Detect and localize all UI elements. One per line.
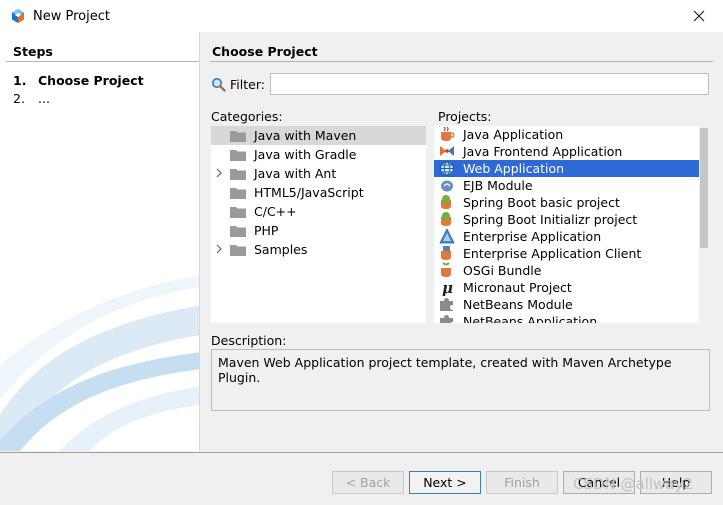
window-title: New Project [33,9,110,24]
project-item[interactable]: Enterprise Application Client [434,245,699,262]
projects-list[interactable]: Java Application Java Frontend Applicati… [434,126,699,323]
step-label: ... [38,91,50,106]
description-box: Maven Web Application project template, … [211,349,710,411]
watermark: CSDN @allway2 [573,475,693,493]
filter-input[interactable] [270,73,709,95]
chevron-right-icon[interactable] [215,167,223,179]
project-item[interactable]: NetBeans Module [434,296,699,313]
category-label: PHP [254,223,279,238]
finish-button[interactable]: Finish [486,471,558,494]
pane-divider [199,32,200,451]
project-item[interactable]: Spring Boot Initializr project [434,211,699,228]
categories-list[interactable]: Java with Maven Java with Gradle Java wi… [211,126,426,323]
project-item[interactable]: EJB Module [434,177,699,194]
project-label: Spring Boot Initializr project [463,212,638,227]
categories-label: Categories: [211,109,283,124]
mu-icon: μ [442,279,453,296]
project-label: EJB Module [463,178,533,193]
folder-icon [230,150,246,161]
chevron-right-icon[interactable] [215,243,223,255]
steps-header: Steps [13,44,53,59]
project-item[interactable]: Web Application [434,160,699,177]
frontend-icon [440,146,454,156]
folder-icon [230,131,246,142]
step-number: 1. [13,73,27,88]
triangle-icon [439,228,455,244]
category-label: Samples [254,242,308,257]
svg-text:μ: μ [442,279,453,296]
title-bar: New Project [0,0,723,32]
project-item[interactable]: μ Micronaut Project [434,279,699,296]
category-label: Java with Ant [254,166,337,181]
footer-divider [0,452,723,453]
project-item[interactable]: Spring Boot basic project [434,194,699,211]
project-label: OSGi Bundle [463,263,542,278]
step-label: Choose Project [38,73,144,88]
project-label: Micronaut Project [463,280,572,295]
folder-icon [230,245,246,256]
java-cup-icon [441,126,455,141]
steps-pane: Steps 1. Choose Project 2.... [0,32,199,451]
search-icon [212,78,226,92]
project-item[interactable]: OSGi Bundle [434,262,699,279]
category-label: C/C++ [254,204,297,219]
scrollbar-thumb[interactable] [700,128,708,248]
step-item: 1. Choose Project [13,73,144,88]
description-label: Description: [211,333,287,348]
close-button[interactable] [682,2,716,30]
project-label: Enterprise Application Client [463,246,642,261]
steps-divider [6,61,199,62]
puzzle-icon [440,298,453,311]
project-label: Enterprise Application [463,229,602,244]
category-item[interactable]: Java with Maven [211,126,426,145]
category-item[interactable]: PHP [211,221,426,240]
category-item[interactable]: Java with Ant [211,164,426,183]
project-item[interactable]: Enterprise Application [434,228,699,245]
projects-scrollbar[interactable] [699,126,709,323]
step-number: 2. [13,91,25,106]
project-item[interactable]: Java Frontend Application [434,143,699,160]
filter-label: Filter: [230,77,265,92]
folder-icon [230,226,246,237]
folder-icon [230,169,246,180]
osgi-icon [441,262,451,277]
project-label: Java Application [463,127,564,142]
panel-divider [210,61,713,62]
netbeans-logo-icon [12,9,24,23]
globe-icon [439,161,455,176]
category-label: Java with Gradle [254,147,357,162]
back-button[interactable]: < Back [332,471,404,494]
project-label: Java Frontend Application [463,144,623,159]
client-cup-icon [441,246,451,260]
project-label: NetBeans Module [463,297,573,312]
panel-title: Choose Project [212,44,318,59]
project-item[interactable]: NetBeans Application [434,313,699,323]
project-label: Web Application [463,161,565,176]
project-label: NetBeans Application [463,314,598,323]
next-button[interactable]: Next > [409,471,481,494]
step-item: 2.... [13,91,50,106]
ejb-bean-icon [441,180,453,192]
category-label: Java with Maven [254,128,357,143]
project-item[interactable]: Java Application [434,126,699,143]
spring-cup-icon [441,212,451,226]
folder-icon [230,207,246,218]
close-icon [693,10,705,22]
category-item[interactable]: C/C++ [211,202,426,221]
category-item[interactable]: HTML5/JavaScript [211,183,426,202]
project-label: Spring Boot basic project [463,195,620,210]
spring-cup-icon [441,195,451,209]
folder-icon [230,188,246,199]
projects-label: Projects: [438,109,492,124]
puzzle-icon [440,315,453,323]
category-item[interactable]: Samples [211,240,426,259]
category-label: HTML5/JavaScript [254,185,364,200]
category-item[interactable]: Java with Gradle [211,145,426,164]
